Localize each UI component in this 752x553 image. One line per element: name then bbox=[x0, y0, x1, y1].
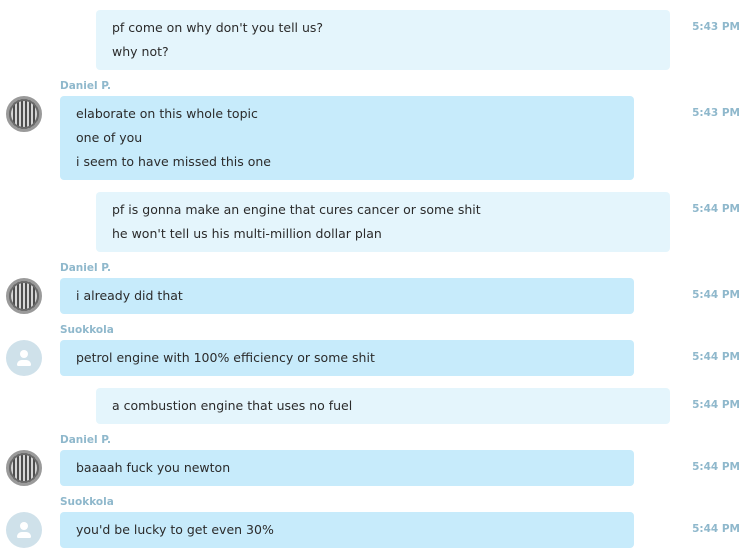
message-timestamp: 5:43 PM bbox=[692, 21, 740, 33]
message-timestamp: 5:44 PM bbox=[692, 523, 740, 535]
grill-avatar[interactable] bbox=[6, 278, 42, 314]
message-bubble[interactable]: pf come on why don't you tell us? why no… bbox=[96, 10, 670, 70]
message-text: why not? bbox=[112, 44, 169, 59]
person-icon-body bbox=[17, 532, 31, 538]
message-timestamp: 5:44 PM bbox=[692, 289, 740, 301]
sender-name: Daniel P. bbox=[60, 434, 112, 446]
default-person-avatar[interactable] bbox=[6, 340, 42, 376]
person-icon-body bbox=[17, 360, 31, 366]
message-text: pf is gonna make an engine that cures ca… bbox=[112, 202, 481, 217]
message-bubble[interactable]: petrol engine with 100% efficiency or so… bbox=[60, 340, 634, 376]
person-icon-head bbox=[20, 522, 28, 530]
message-text: baaaah fuck you newton bbox=[76, 460, 231, 475]
message-bubble[interactable]: baaaah fuck you newton bbox=[60, 450, 634, 486]
message-bubble[interactable]: pf is gonna make an engine that cures ca… bbox=[96, 192, 670, 252]
message-text: he won't tell us his multi-million dolla… bbox=[112, 226, 382, 241]
message-timestamp: 5:43 PM bbox=[692, 107, 740, 119]
person-icon-head bbox=[20, 350, 28, 358]
grill-avatar[interactable] bbox=[6, 96, 42, 132]
message-timestamp: 5:44 PM bbox=[692, 461, 740, 473]
grill-avatar[interactable] bbox=[6, 450, 42, 486]
sender-name: Daniel P. bbox=[60, 80, 112, 92]
message-bubble[interactable]: elaborate on this whole topic one of you… bbox=[60, 96, 634, 180]
message-text: elaborate on this whole topic bbox=[76, 106, 258, 121]
message-text: i already did that bbox=[76, 288, 183, 303]
message-text: you'd be lucky to get even 30% bbox=[76, 522, 274, 537]
sender-name: Daniel P. bbox=[60, 262, 112, 274]
message-bubble[interactable]: i already did that bbox=[60, 278, 634, 314]
message-text: one of you bbox=[76, 130, 143, 145]
message-text: i seem to have missed this one bbox=[76, 154, 271, 169]
message-text: petrol engine with 100% efficiency or so… bbox=[76, 350, 375, 365]
message-bubble[interactable]: a combustion engine that uses no fuel bbox=[96, 388, 670, 424]
message-text: a combustion engine that uses no fuel bbox=[112, 398, 353, 413]
message-timestamp: 5:44 PM bbox=[692, 351, 740, 363]
message-bubble[interactable]: you'd be lucky to get even 30% bbox=[60, 512, 634, 548]
message-text: pf come on why don't you tell us? bbox=[112, 20, 324, 35]
default-person-avatar[interactable] bbox=[6, 512, 42, 548]
message-timestamp: 5:44 PM bbox=[692, 203, 740, 215]
sender-name: Suokkola bbox=[60, 324, 114, 336]
sender-name: Suokkola bbox=[60, 496, 114, 508]
message-timestamp: 5:44 PM bbox=[692, 399, 740, 411]
